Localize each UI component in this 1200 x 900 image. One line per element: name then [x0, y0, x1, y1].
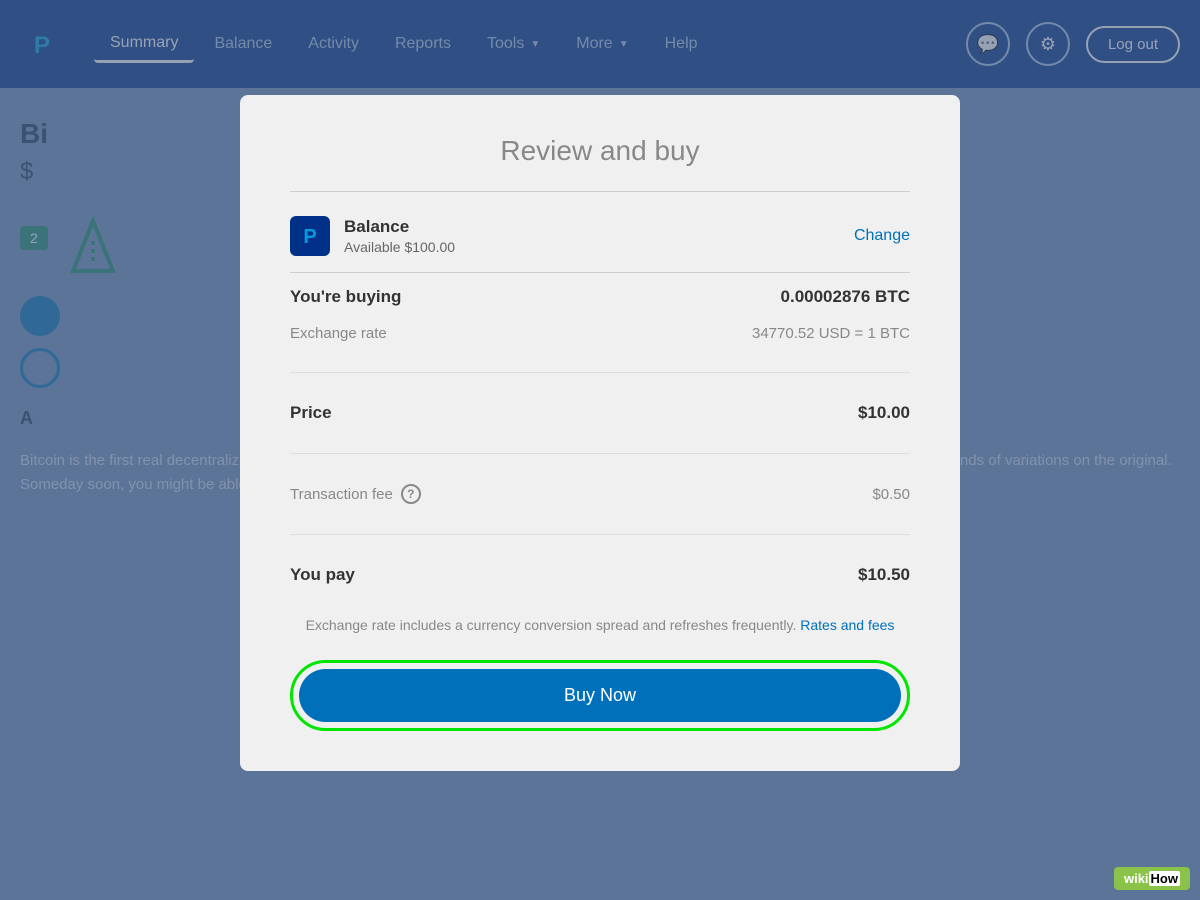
payment-details: Balance Available $100.00 — [344, 217, 455, 255]
change-link[interactable]: Change — [854, 227, 910, 245]
svg-text:P: P — [303, 226, 316, 248]
you-pay-row: You pay $10.50 — [290, 551, 910, 599]
modal: Review and buy P Balance Available $100.… — [240, 95, 960, 771]
buying-label: You're buying — [290, 287, 401, 307]
exchange-note: Exchange rate includes a currency conver… — [290, 615, 910, 636]
buy-now-button[interactable]: Buy Now — [299, 669, 901, 722]
you-pay-label: You pay — [290, 565, 355, 585]
modal-title-divider — [290, 191, 910, 192]
fee-label-row: Transaction fee ? — [290, 484, 421, 504]
you-pay-value: $10.50 — [858, 565, 910, 585]
paypal-payment-icon: P — [290, 216, 330, 256]
exchange-rate-row: Exchange rate 34770.52 USD = 1 BTC — [290, 321, 910, 356]
payment-method-row: P Balance Available $100.00 Change — [290, 216, 910, 273]
help-icon[interactable]: ? — [401, 484, 421, 504]
exchange-rate-label: Exchange rate — [290, 325, 387, 342]
price-row: Price $10.00 — [290, 389, 910, 437]
divider-1 — [290, 372, 910, 373]
payment-label: Balance — [344, 217, 455, 237]
fee-label: Transaction fee — [290, 486, 393, 503]
exchange-rate-value: 34770.52 USD = 1 BTC — [752, 325, 910, 342]
buying-row: You're buying 0.00002876 BTC — [290, 273, 910, 321]
rates-fees-link[interactable]: Rates and fees — [800, 617, 894, 633]
divider-2 — [290, 453, 910, 454]
modal-overlay: Review and buy P Balance Available $100.… — [0, 0, 1200, 900]
price-label: Price — [290, 403, 332, 423]
payment-sublabel: Available $100.00 — [344, 239, 455, 255]
fee-value: $0.50 — [872, 486, 910, 503]
divider-3 — [290, 534, 910, 535]
buying-value: 0.00002876 BTC — [781, 287, 910, 307]
payment-left: P Balance Available $100.00 — [290, 216, 455, 256]
price-value: $10.00 — [858, 403, 910, 423]
wikihow-badge: wikiHow — [1114, 867, 1190, 890]
modal-title: Review and buy — [290, 135, 910, 167]
buy-now-wrapper: Buy Now — [290, 660, 910, 731]
fee-row: Transaction fee ? $0.50 — [290, 470, 910, 518]
